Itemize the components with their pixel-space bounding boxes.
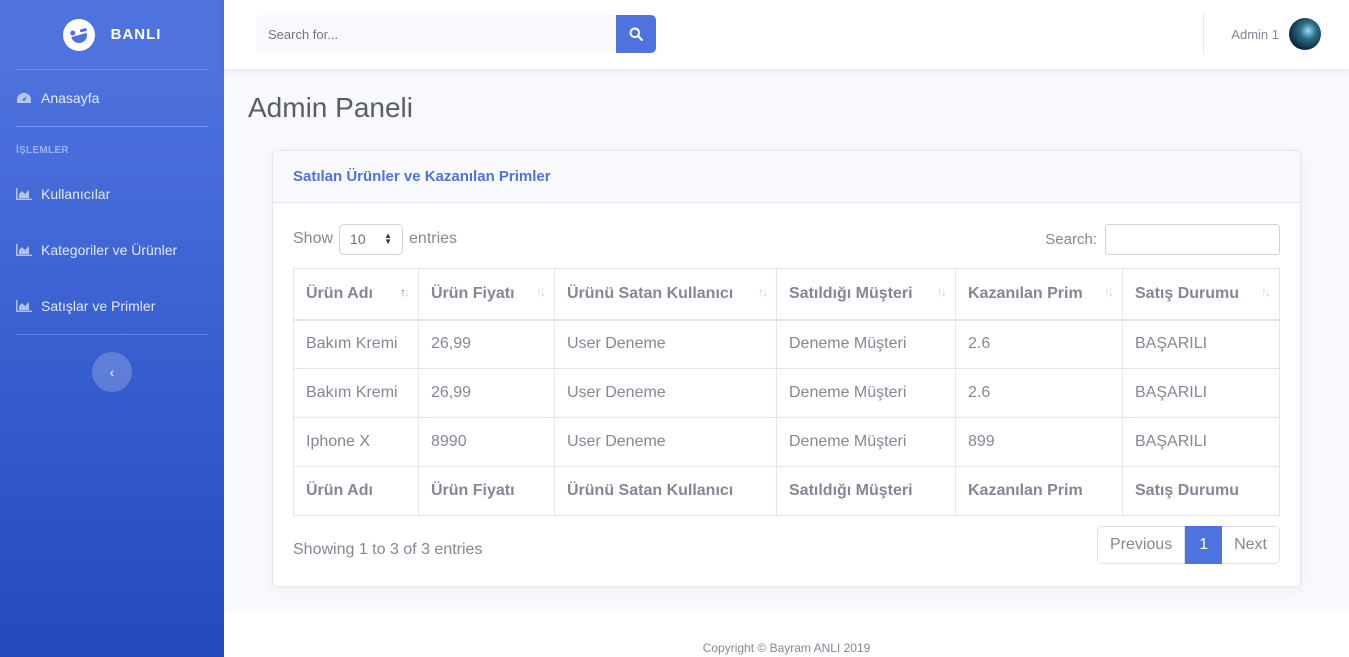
avatar [1289, 18, 1321, 50]
column-footer: Satıldığı Müşteri [776, 466, 956, 516]
user-name: Admin 1 [1231, 26, 1279, 42]
table-cell: Deneme Müşteri [776, 417, 956, 467]
table-cell: User Deneme [554, 319, 777, 369]
chart-area-icon [16, 188, 32, 200]
sidebar: BANLI Anasayfa İŞLEMLER Kullanıcılar Kat… [0, 0, 224, 657]
table-cell: Deneme Müşteri [776, 319, 956, 369]
table-search-input[interactable] [1105, 223, 1280, 255]
sales-card: Satılan Ürünler ve Kazanılan Primler Sho… [272, 150, 1301, 587]
page-button-1[interactable]: 1 [1185, 526, 1223, 564]
page-length: Show 10 ▲ ▼ entries [293, 223, 457, 255]
show-label: Show [293, 230, 334, 247]
sidebar-item-label: Kategoriler ve Ürünler [41, 242, 178, 258]
table-cell: BAŞARILI [1122, 417, 1280, 467]
footer: Copyright © Bayram ANLI 2019 [224, 611, 1349, 657]
column-header-satildigi-musteri[interactable]: Satıldığı Müşteri ↑↓ [776, 268, 956, 321]
sidebar-divider [16, 334, 208, 335]
pagination: Previous 1 Next [1096, 526, 1280, 564]
table-cell: 26,99 [418, 368, 555, 418]
table-cell: Bakım Kremi [293, 368, 419, 418]
table-footer-row: Ürün Adı Ürün Fiyatı Ürünü Satan Kullanı… [293, 466, 1280, 516]
table-cell: 26,99 [418, 319, 555, 369]
next-page-button[interactable]: Next [1222, 526, 1280, 564]
sidebar-item-label: Satışlar ve Primler [41, 298, 156, 314]
column-footer: Ürünü Satan Kullanıcı [554, 466, 777, 516]
table-row: Iphone X 8990 User Deneme Deneme Müşteri… [293, 417, 1280, 467]
table-cell: User Deneme [554, 368, 777, 418]
card-header: Satılan Ürünler ve Kazanılan Primler [273, 151, 1300, 203]
topbar-search [256, 15, 656, 53]
table-cell: User Deneme [554, 417, 777, 467]
laugh-wink-icon [58, 14, 99, 55]
column-footer: Ürün Fiyatı [418, 466, 555, 516]
page-size-value: 10 [350, 231, 366, 247]
chart-area-icon [16, 244, 32, 256]
sort-icon: ↑↓ [1104, 285, 1114, 299]
table-cell: Bakım Kremi [293, 319, 419, 369]
table-cell: 8990 [418, 417, 555, 467]
table-header-row: Ürün Adı ↑↓ Ürün Fiyatı ↑↓ Ürünü Satan Kul… [293, 268, 1280, 321]
topbar-divider [1203, 14, 1204, 54]
tachometer-icon [17, 93, 31, 103]
column-footer: Satış Durumu [1122, 466, 1280, 516]
card-title: Satılan Ürünler ve Kazanılan Primler [293, 168, 551, 185]
page-size-select[interactable]: 10 ▲ ▼ [339, 223, 404, 255]
brand-name: BANLI [110, 26, 162, 43]
table-cell: Iphone X [293, 417, 419, 467]
search-button[interactable] [616, 15, 656, 53]
table-search-label: Search: [1045, 230, 1097, 248]
entries-label: entries [409, 230, 458, 247]
sort-icon: ↑↓ [937, 285, 947, 299]
sidebar-item-anasayfa[interactable]: Anasayfa [0, 70, 224, 126]
topbar: Admin 1 [224, 0, 1349, 69]
table-info: Showing 1 to 3 of 3 entries [293, 541, 483, 558]
page-title: Admin Paneli [248, 92, 413, 123]
sidebar-item-kullanicilar[interactable]: Kullanıcılar [0, 166, 224, 222]
column-header-satan-kullanici[interactable]: Ürünü Satan Kullanıcı ↑↓ [554, 268, 777, 321]
sort-icon: ↑↓ [536, 285, 546, 299]
column-footer: Ürün Adı [293, 466, 419, 516]
table-controls: Show 10 ▲ ▼ entries Search: [293, 223, 1280, 255]
table-row: Bakım Kremi 26,99 User Deneme Deneme Müş… [293, 368, 1280, 418]
table-cell: 899 [955, 417, 1123, 467]
column-header-satis-durumu[interactable]: Satış Durumu ↑↓ [1122, 268, 1280, 321]
column-header-urun-adi[interactable]: Ürün Adı ↑↓ [293, 268, 419, 321]
column-header-kazanilan-prim[interactable]: Kazanılan Prim ↑↓ [955, 268, 1123, 321]
sort-icon: ↑↓ [758, 285, 768, 299]
sidebar-heading: İŞLEMLER [16, 145, 69, 156]
search-icon [629, 27, 643, 41]
sales-table: Ürün Adı ↑↓ Ürün Fiyatı ↑↓ Ürünü Satan Kul… [293, 268, 1280, 516]
select-caret-icon: ▲ ▼ [384, 231, 393, 246]
table-cell: Deneme Müşteri [776, 368, 956, 418]
column-header-urun-fiyati[interactable]: Ürün Fiyatı ↑↓ [418, 268, 555, 321]
chevron-left-icon: ‹ [109, 364, 115, 380]
table-search: Search: [1045, 223, 1280, 255]
copyright-text: Copyright © Bayram ANLI 2019 [702, 641, 871, 655]
search-input[interactable] [256, 15, 616, 53]
table-cell: 2.6 [955, 368, 1123, 418]
sidebar-item-label: Kullanıcılar [41, 186, 111, 202]
previous-page-button[interactable]: Previous [1096, 526, 1186, 564]
table-cell: BAŞARILI [1122, 368, 1280, 418]
sidebar-brand[interactable]: BANLI [0, 0, 224, 69]
sort-icon: ↑↓ [1261, 285, 1271, 299]
column-footer: Kazanılan Prim [955, 466, 1123, 516]
sidebar-item-satislar[interactable]: Satışlar ve Primler [0, 278, 224, 334]
user-dropdown[interactable]: Admin 1 [1231, 18, 1321, 50]
sort-icon: ↑↓ [400, 285, 410, 299]
chart-area-icon [16, 300, 32, 312]
table-cell: 2.6 [955, 319, 1123, 369]
table-row: Bakım Kremi 26,99 User Deneme Deneme Müş… [293, 319, 1280, 369]
sidebar-item-label: Anasayfa [41, 90, 100, 106]
table-cell: BAŞARILI [1122, 319, 1280, 369]
sidebar-toggle-button[interactable]: ‹ [92, 352, 132, 392]
sidebar-item-kategoriler[interactable]: Kategoriler ve Ürünler [0, 222, 224, 278]
